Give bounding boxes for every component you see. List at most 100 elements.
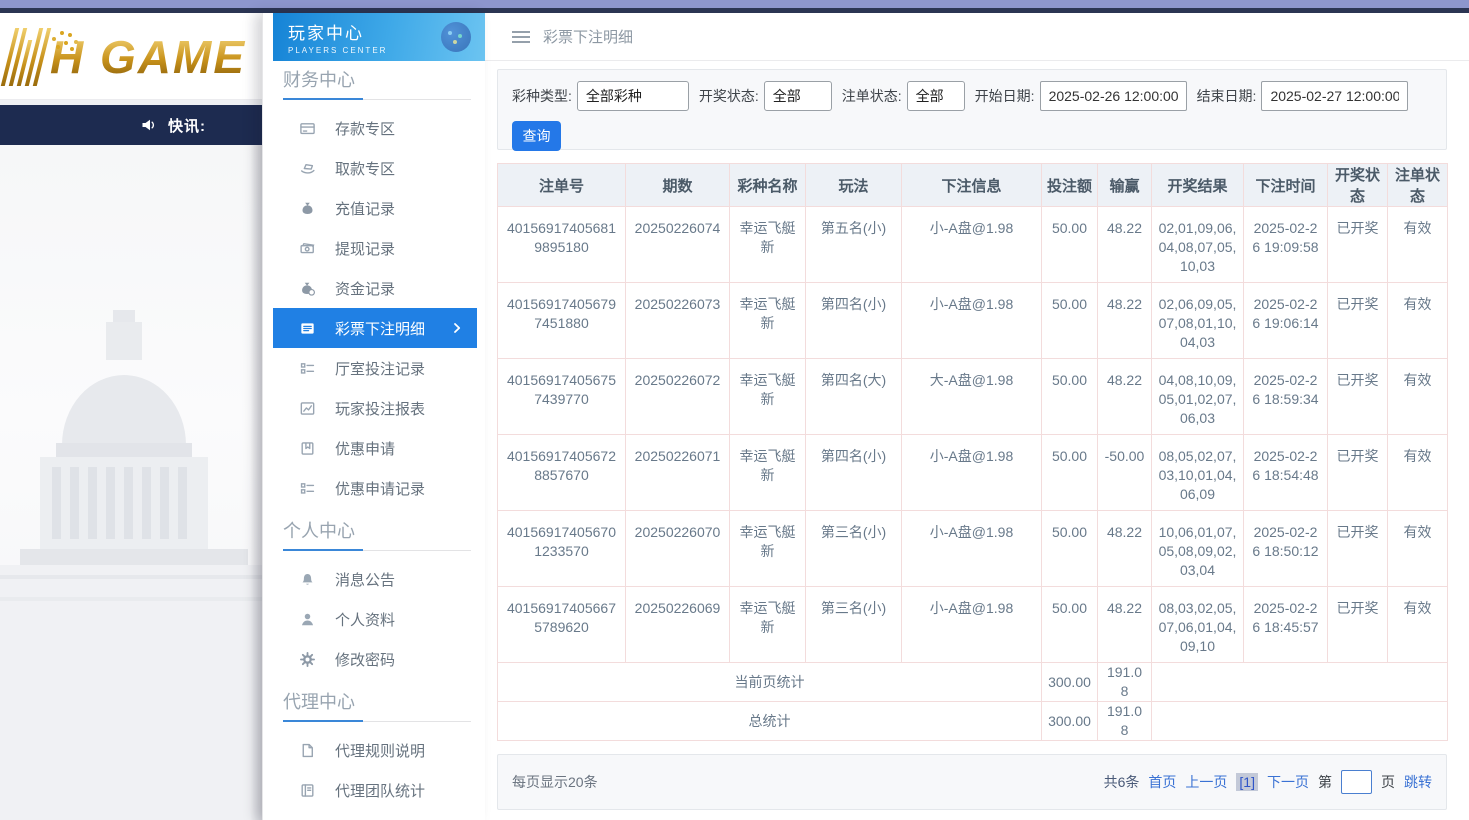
draw-status-select[interactable]: 全部: [764, 81, 832, 111]
cell-bet-status: 有效: [1388, 435, 1448, 511]
page-jump-input[interactable]: [1341, 770, 1372, 794]
cell-bet-time: 2025-02-26 19:09:58: [1244, 207, 1328, 283]
cell-play: 第四名(小): [806, 283, 902, 359]
background-site: H GAME 快讯:: [0, 13, 262, 820]
current-page[interactable]: [1]: [1236, 773, 1258, 791]
site-logo[interactable]: H GAME: [8, 25, 246, 89]
sidebar-item-profile[interactable]: 个人资料: [263, 599, 485, 639]
sidebar-item-agent-rules[interactable]: 代理规则说明: [263, 730, 485, 770]
cell-bet-no: 401569174056819895180: [498, 207, 626, 283]
sidebar-item-agent-team-stats[interactable]: 代理团队统计: [263, 770, 485, 810]
cell-bet-info: 小-A盘@1.98: [902, 207, 1042, 283]
panel-shadow: [250, 145, 262, 820]
sidebar-item-label: 存款专区: [335, 118, 395, 139]
main-content: 彩票下注明细 彩种类型: 全部彩种 开奖状态: 全部 注单状态: 全部: [485, 13, 1469, 820]
sidebar-item-messages[interactable]: 消息公告: [263, 559, 485, 599]
site-logo-bar: H GAME: [0, 13, 262, 100]
end-date-input[interactable]: [1261, 81, 1408, 111]
filter-panel: 彩种类型: 全部彩种 开奖状态: 全部 注单状态: 全部 开始日期: 结束日期:: [497, 69, 1447, 150]
cell-bet-info: 小-A盘@1.98: [902, 283, 1042, 359]
sidebar-item-label: 提现记录: [335, 238, 395, 259]
cell-draw-status: 已开奖: [1328, 511, 1388, 587]
total-summary-win-loss: 191.08: [1098, 702, 1152, 741]
cell-bet-time: 2025-02-26 18:50:12: [1244, 511, 1328, 587]
cell-play: 第四名(大): [806, 359, 902, 435]
col-header-bet-amount: 投注额: [1042, 164, 1098, 207]
col-header-win-loss: 输赢: [1098, 164, 1152, 207]
first-page-link[interactable]: 首页: [1148, 772, 1176, 792]
total-summary-row: 总统计 300.00 191.08: [498, 702, 1448, 741]
query-button[interactable]: 查询: [512, 121, 561, 151]
cell-win-loss: -50.00: [1098, 435, 1152, 511]
jump-link[interactable]: 跳转: [1404, 772, 1432, 792]
section-accent: [283, 98, 363, 100]
deposit-card-icon: [299, 120, 316, 137]
sidebar-item-label: 资金记录: [335, 278, 395, 299]
section-label: 财务中心: [283, 67, 471, 100]
sidebar-item-hall-bet-records[interactable]: 厅室投注记录: [263, 348, 485, 388]
chevron-down-icon: [670, 93, 680, 100]
cell-bet-info: 大-A盘@1.98: [902, 359, 1042, 435]
person-icon: [299, 611, 316, 628]
sidebar-item-fund-records[interactable]: 资金记录: [263, 268, 485, 308]
section-label: 代理中心: [283, 689, 471, 722]
cell-bet-info: 小-A盘@1.98: [902, 511, 1042, 587]
section-accent: [283, 549, 363, 551]
bet-status-select[interactable]: 全部: [907, 81, 965, 111]
cell-draw-status: 已开奖: [1328, 207, 1388, 283]
cell-draw-result: 08,03,02,05,07,06,01,04,09,10: [1152, 587, 1244, 663]
page-summary-row: 当前页统计 300.00 191.08: [498, 663, 1448, 702]
page-size-text: 每页显示20条: [512, 772, 598, 792]
next-page-link[interactable]: 下一页: [1267, 772, 1309, 792]
sidebar-item-withdraw-records[interactable]: 提现记录: [263, 228, 485, 268]
cell-win-loss: 48.22: [1098, 587, 1152, 663]
cell-period: 20250226072: [626, 359, 730, 435]
sidebar-item-change-password[interactable]: 修改密码: [263, 639, 485, 679]
section-accent: [283, 720, 363, 722]
sidebar-item-label: 优惠申请记录: [335, 478, 425, 499]
draw-status-value: 全部: [773, 86, 801, 106]
sidebar-item-label: 彩票下注明细: [335, 318, 425, 339]
speaker-icon: [141, 117, 158, 133]
cell-draw-result: 08,05,02,07,03,10,01,04,06,09: [1152, 435, 1244, 511]
cell-lottery: 幸运飞艇新: [730, 511, 806, 587]
sidebar-item-label: 个人资料: [335, 609, 395, 630]
cell-draw-status: 已开奖: [1328, 587, 1388, 663]
cell-bet-status: 有效: [1388, 511, 1448, 587]
lottery-type-label: 彩种类型:: [512, 86, 572, 106]
cell-draw-result: 02,01,09,06,04,08,07,05,10,03: [1152, 207, 1244, 283]
sidebar-item-label: 厅室投注记录: [335, 358, 425, 379]
table-row: 401569174056675789620 20250226069 幸运飞艇新 …: [498, 587, 1448, 663]
total-summary-bet-amount: 300.00: [1042, 702, 1098, 741]
cell-play: 第三名(小): [806, 587, 902, 663]
chevron-down-icon: [813, 93, 823, 100]
jump-prefix: 第: [1318, 772, 1332, 792]
cell-bet-status: 有效: [1388, 283, 1448, 359]
col-header-play: 玩法: [806, 164, 902, 207]
sidebar-item-deposit[interactable]: 存款专区: [263, 108, 485, 148]
cell-bet-amount: 50.00: [1042, 587, 1098, 663]
sidebar-item-promo-apply[interactable]: 优惠申请: [263, 428, 485, 468]
sidebar-item-player-bet-report[interactable]: 玩家投注报表: [263, 388, 485, 428]
sidebar-item-withdraw[interactable]: 取款专区: [263, 148, 485, 188]
page-summary-bet-amount: 300.00: [1042, 663, 1098, 702]
lottery-type-select[interactable]: 全部彩种: [577, 81, 689, 111]
sidebar-item-recharge-records[interactable]: 充值记录: [263, 188, 485, 228]
cell-lottery: 幸运飞艇新: [730, 587, 806, 663]
table-row: 401569174056797451880 20250226073 幸运飞艇新 …: [498, 283, 1448, 359]
sidebar-item-promo-apply-records[interactable]: 优惠申请记录: [263, 468, 485, 508]
start-date-input[interactable]: [1040, 81, 1187, 111]
window-top-strip: [0, 0, 1469, 8]
cell-lottery: 幸运飞艇新: [730, 207, 806, 283]
page-summary-label: 当前页统计: [498, 663, 1042, 702]
col-header-bet-status: 注单状态: [1388, 164, 1448, 207]
hamburger-menu-icon[interactable]: [512, 31, 530, 43]
cell-draw-result: 02,06,09,05,07,08,01,10,04,03: [1152, 283, 1244, 359]
prev-page-link[interactable]: 上一页: [1185, 772, 1227, 792]
sidebar-header: 玩家中心 PLAYERS CENTER: [273, 13, 485, 61]
cell-period: 20250226073: [626, 283, 730, 359]
logo-striped-h: [1, 28, 51, 86]
game-controller-icon: [441, 22, 471, 52]
sidebar-item-lottery-bet-details[interactable]: 彩票下注明细: [273, 308, 477, 348]
chevron-down-icon: [946, 93, 956, 100]
